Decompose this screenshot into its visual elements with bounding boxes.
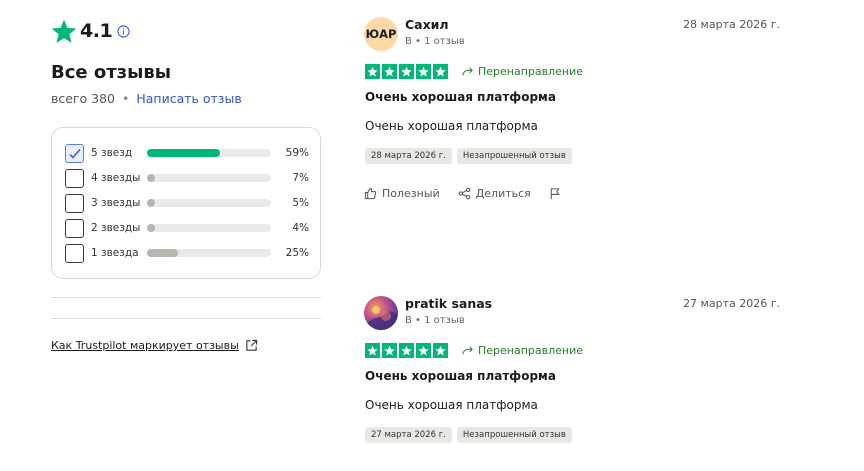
review-date: 28 марта 2026 г. — [683, 18, 780, 31]
flag-icon — [550, 188, 560, 200]
share-button[interactable]: Делиться — [458, 187, 531, 200]
filter-bar-fill — [147, 224, 155, 232]
checkbox-3-stars[interactable] — [65, 193, 84, 213]
review-date: 27 марта 2026 г. — [683, 297, 780, 310]
filter-row-1[interactable]: 1 звезда 25% — [65, 243, 309, 263]
filter-bar — [147, 199, 271, 207]
review-title[interactable]: Очень хорошая платформа — [365, 90, 556, 104]
experience-date-chip: 27 марта 2026 г. — [365, 427, 452, 443]
check-icon — [69, 148, 81, 159]
reviewer-meta: В • 1 отзыв — [405, 36, 465, 47]
redirect-label: Перенаправление — [478, 344, 584, 357]
star-icon — [399, 64, 414, 79]
star-rating — [365, 64, 448, 79]
review-chips: 28 марта 2026 г. Незапрошенный отзыв — [365, 148, 572, 164]
filter-bar-fill — [147, 149, 221, 157]
useful-button[interactable]: Полезный — [364, 187, 440, 200]
checkbox-5-stars[interactable] — [65, 143, 84, 163]
divider — [51, 297, 321, 298]
star-icon — [433, 343, 448, 358]
reviewer-name[interactable]: pratik sanas — [405, 296, 492, 311]
redirect-badge: Перенаправление — [462, 64, 583, 79]
filter-bar-fill — [147, 249, 178, 257]
rating-value: 4.1 — [80, 20, 113, 42]
filter-bar — [147, 249, 271, 257]
filter-bar-fill — [147, 174, 155, 182]
write-review-link[interactable]: Написать отзыв — [136, 91, 241, 106]
page-title: Все отзывы — [51, 62, 172, 83]
how-link-label: Как Trustpilot маркирует отзывы — [51, 339, 239, 352]
review-title[interactable]: Очень хорошая платформа — [365, 369, 556, 383]
checkbox-4-stars[interactable] — [65, 168, 84, 188]
star-icon — [399, 343, 414, 358]
redirect-arrow-icon — [462, 345, 473, 354]
filter-bar-fill — [147, 199, 155, 207]
thumbs-up-icon — [364, 187, 377, 200]
star-icon — [416, 64, 431, 79]
filter-row-5[interactable]: 5 звезд 59% — [65, 143, 309, 163]
star-icon — [382, 64, 397, 79]
info-icon[interactable] — [117, 25, 130, 38]
separator-dot: • — [121, 91, 130, 106]
redirect-label: Перенаправление — [478, 65, 584, 78]
unprompted-review-chip: Незапрошенный отзыв — [456, 148, 572, 164]
filter-label: 4 звезды — [91, 172, 141, 184]
avatar-initials: ЮАР — [365, 27, 397, 41]
filter-bar — [147, 149, 271, 157]
redirect-badge: Перенаправление — [462, 343, 583, 358]
filter-row-3[interactable]: 3 звезды 5% — [65, 193, 309, 213]
filter-label: 1 звезда — [91, 247, 139, 259]
experience-date-chip: 28 марта 2026 г. — [365, 148, 452, 164]
filter-bar — [147, 224, 271, 232]
avatar-image — [368, 306, 398, 330]
filter-label: 2 звезды — [91, 222, 141, 234]
filter-label: 3 звезды — [91, 197, 141, 209]
filter-percent: 5% — [292, 197, 309, 209]
divider — [51, 318, 321, 319]
filter-percent: 4% — [292, 222, 309, 234]
filter-percent: 59% — [285, 147, 309, 159]
review-actions: Полезный Делиться — [364, 187, 584, 200]
filter-bar — [147, 174, 271, 182]
report-button[interactable] — [549, 187, 566, 200]
review-card: pratik sanas В • 1 отзыв 27 марта 2026 г… — [364, 296, 784, 471]
star-icon — [416, 343, 431, 358]
total-line: всего 380 • Написать отзыв — [51, 91, 242, 106]
how-reviews-labeled-link[interactable]: Как Trustpilot маркирует отзывы — [51, 339, 258, 352]
star-icon — [51, 19, 77, 43]
checkbox-1-star[interactable] — [65, 243, 84, 263]
filter-row-4[interactable]: 4 звезды 7% — [65, 168, 309, 188]
star-icon — [365, 343, 380, 358]
reviewer-name[interactable]: Сахил — [405, 17, 449, 32]
review-chips: 27 марта 2026 г. Незапрошенный отзыв — [365, 427, 572, 443]
filter-label: 5 звезд — [91, 147, 133, 159]
external-link-icon — [246, 339, 257, 351]
star-icon — [433, 64, 448, 79]
filter-percent: 7% — [292, 172, 309, 184]
avatar — [364, 296, 398, 330]
checkbox-2-stars[interactable] — [65, 218, 84, 238]
unprompted-review-chip: Незапрошенный отзыв — [456, 427, 572, 443]
star-icon — [382, 343, 397, 358]
review-card: ЮАР Сахил В • 1 отзыв 28 марта 2026 г. П… — [364, 17, 784, 217]
star-icon — [365, 64, 380, 79]
star-rating — [365, 343, 448, 358]
reviewer-meta: В • 1 отзыв — [405, 315, 465, 326]
rating-summary: 4.1 — [51, 17, 130, 45]
redirect-arrow-icon — [462, 66, 473, 75]
share-icon — [458, 187, 471, 200]
avatar: ЮАР — [364, 17, 398, 51]
filter-row-2[interactable]: 2 звезды 4% — [65, 218, 309, 238]
review-body: Очень хорошая платформа — [365, 119, 538, 133]
useful-label: Полезный — [382, 187, 440, 200]
total-count: всего 380 — [51, 91, 115, 106]
share-label: Делиться — [475, 187, 531, 200]
review-body: Очень хорошая платформа — [365, 398, 538, 412]
filter-percent: 25% — [285, 247, 309, 259]
star-filter-box: 5 звезд 59% 4 звезды 7% 3 звезды 5% 2 зв… — [51, 127, 321, 279]
